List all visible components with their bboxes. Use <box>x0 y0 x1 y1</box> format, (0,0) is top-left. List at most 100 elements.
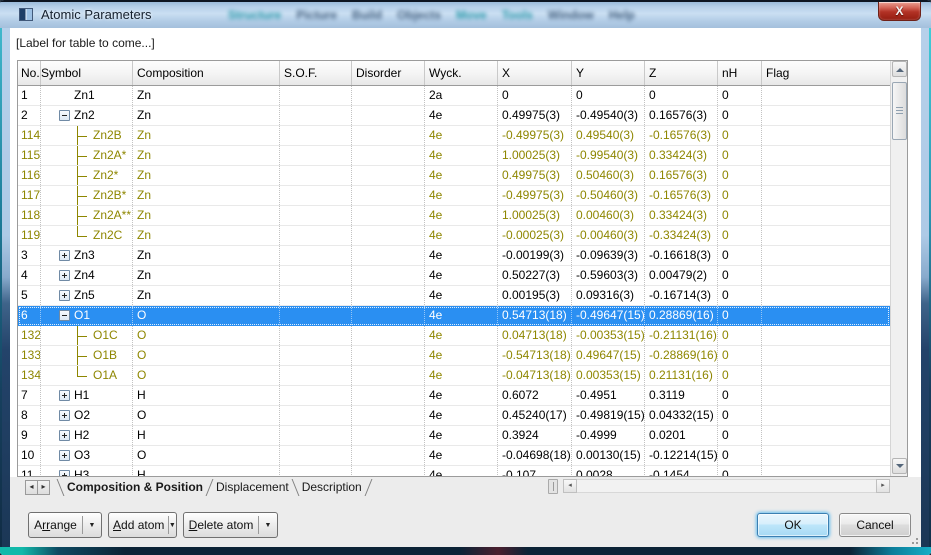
table-row-atom-zn5[interactable]: 5Zn5Zn4e0.00195(3)0.09316(3)-0.16714(3)0 <box>18 286 890 306</box>
cell-x: 0 <box>498 86 572 105</box>
cell-wyck: 4e <box>425 266 498 285</box>
table-row-atom-h1[interactable]: 7H1H4e0.6072-0.49510.31190 <box>18 386 890 406</box>
expand-toggle-icon[interactable] <box>59 430 70 441</box>
cell-sof <box>280 166 352 185</box>
table-row-atom-zn3[interactable]: 3Zn3Zn4e-0.00199(3)-0.09639(3)-0.16618(3… <box>18 246 890 266</box>
cell-sof <box>280 466 352 476</box>
expand-toggle-icon[interactable] <box>59 410 70 421</box>
column-header-flag[interactable]: Flag <box>762 61 890 85</box>
tab-description[interactable]: Description <box>302 477 362 496</box>
horizontal-scrollbar[interactable]: ◂ ▸ <box>563 479 890 493</box>
titlebar[interactable]: Atomic Parameters StructurePictureBuildO… <box>0 0 931 28</box>
cell-flag <box>762 286 890 305</box>
table-row-atom-o3[interactable]: 10O3O4e-0.04698(18)0.00130(15)-0.12214(1… <box>18 446 890 466</box>
tab-composition-position[interactable]: Composition & Position <box>67 477 203 496</box>
cell-wyck: 2a <box>425 86 498 105</box>
cell-flag <box>762 246 890 265</box>
table-row-atom-o1a[interactable]: 134O1AO4e-0.04713(18)0.00353(15)0.21131(… <box>18 366 890 386</box>
close-button[interactable]: X <box>878 2 921 21</box>
arrow-down-icon <box>896 464 904 468</box>
column-header-x[interactable]: X <box>498 61 572 85</box>
ok-button[interactable]: OK <box>757 513 829 537</box>
column-header-disorder[interactable]: Disorder <box>352 61 425 85</box>
table-row-atom-o1b[interactable]: 133O1BO4e-0.54713(18)0.49647(15)-0.28869… <box>18 346 890 366</box>
cell-composition: Zn <box>133 266 280 285</box>
cell-no: 134 <box>18 366 41 385</box>
delete-atom-button[interactable]: Delete atom ▼ <box>183 512 278 538</box>
delete-atom-dropdown-arrow-icon[interactable]: ▼ <box>259 522 277 529</box>
column-header-z[interactable]: Z <box>645 61 718 85</box>
cancel-button[interactable]: Cancel <box>839 513 911 537</box>
arrange-button[interactable]: Arrange ▼ <box>28 512 102 538</box>
window-title: Atomic Parameters <box>41 7 152 22</box>
window-border-left <box>0 28 10 547</box>
collapse-toggle-icon[interactable] <box>59 110 70 121</box>
cell-y: -0.00460(3) <box>572 226 645 245</box>
cell-z: -0.16714(3) <box>645 286 718 305</box>
cell-x: 0.45240(17) <box>498 406 572 425</box>
tab-displacement[interactable]: Displacement <box>216 477 289 496</box>
column-header-no[interactable]: No. <box>18 61 41 85</box>
cell-sof <box>280 426 352 445</box>
tree-branch-icon <box>77 186 89 205</box>
resize-grip[interactable] <box>908 534 918 544</box>
arrange-dropdown-arrow-icon[interactable]: ▼ <box>83 522 101 529</box>
cell-x: 0.54713(18) <box>498 306 572 325</box>
table-row-atom-zn2*[interactable]: 116Zn2*Zn4e0.49975(3)0.50460(3)0.16576(3… <box>18 166 890 186</box>
expand-toggle-icon[interactable] <box>59 250 70 261</box>
cell-x: -0.49975(3) <box>498 126 572 145</box>
expand-toggle-icon[interactable] <box>59 390 70 401</box>
table-body: 1Zn1Zn2a00002Zn2Zn4e0.49975(3)-0.49540(3… <box>18 86 890 476</box>
add-atom-button[interactable]: Add atom ▼ <box>108 512 177 538</box>
expand-toggle-icon[interactable] <box>59 290 70 301</box>
cell-symbol: Zn5 <box>41 286 133 305</box>
menu-item-tools: Tools <box>502 8 533 23</box>
scroll-down-button[interactable] <box>892 458 907 474</box>
cell-disorder <box>352 126 425 145</box>
table-row-atom-h2[interactable]: 9H2H4e0.3924-0.49990.02010 <box>18 426 890 446</box>
cell-wyck: 4e <box>425 326 498 345</box>
table-row-atom-o2[interactable]: 8O2O4e0.45240(17)-0.49819(15)0.04332(15)… <box>18 406 890 426</box>
cell-symbol: Zn2B* <box>41 186 133 205</box>
expand-toggle-icon[interactable] <box>59 450 70 461</box>
table-row-atom-zn4[interactable]: 4Zn4Zn4e0.50227(3)-0.59603(3)0.00479(2)0 <box>18 266 890 286</box>
table-row-atom-zn1[interactable]: 1Zn1Zn2a0000 <box>18 86 890 106</box>
table-row-atom-zn2a*[interactable]: 115Zn2A*Zn4e1.00025(3)-0.99540(3)0.33424… <box>18 146 890 166</box>
cell-sof <box>280 286 352 305</box>
table-row-atom-o1c[interactable]: 132O1CO4e0.04713(18)-0.00353(15)-0.21131… <box>18 326 890 346</box>
collapse-toggle-icon[interactable] <box>59 310 70 321</box>
column-header-wyck[interactable]: Wyck. <box>425 61 498 85</box>
scroll-right-button[interactable]: ▸ <box>876 479 890 493</box>
expand-toggle-icon[interactable] <box>59 270 70 281</box>
column-header-symbol[interactable]: Symbol <box>41 61 133 85</box>
cell-sof <box>280 406 352 425</box>
table-row-atom-zn2b*[interactable]: 117Zn2B*Zn4e-0.49975(3)-0.50460(3)-0.165… <box>18 186 890 206</box>
cell-composition: Zn <box>133 286 280 305</box>
table-row-atom-zn2c[interactable]: 119Zn2CZn4e-0.00025(3)-0.00460(3)-0.3342… <box>18 226 890 246</box>
scroll-left-button[interactable]: ◂ <box>563 479 577 493</box>
column-header-y[interactable]: Y <box>572 61 645 85</box>
vertical-scrollbar-thumb[interactable] <box>892 82 907 140</box>
atom-symbol-label: O1C <box>93 326 118 345</box>
table-row-atom-zn2a**[interactable]: 118Zn2A**Zn4e1.00025(3)0.00460(3)0.33424… <box>18 206 890 226</box>
horizontal-scrollbar-track[interactable] <box>577 479 876 493</box>
table-row-atom-h3[interactable]: 11H3H4e-0.1070.0028-0.14540 <box>18 466 890 476</box>
cell-nh: 0 <box>718 346 762 365</box>
table-row-atom-zn2[interactable]: 2Zn2Zn4e0.49975(3)-0.49540(3)0.16576(3)0 <box>18 106 890 126</box>
scroll-up-button[interactable] <box>892 61 907 77</box>
splitter-handle[interactable] <box>548 479 558 494</box>
expand-toggle-icon[interactable] <box>59 470 70 476</box>
vertical-scrollbar[interactable] <box>890 61 907 476</box>
cell-wyck: 4e <box>425 126 498 145</box>
table-row-atom-zn2b[interactable]: 114Zn2BZn4e-0.49975(3)0.49540(3)-0.16576… <box>18 126 890 146</box>
column-header-nh[interactable]: nH <box>718 61 762 85</box>
column-header-composition[interactable]: Composition <box>133 61 280 85</box>
table-row-atom-o1[interactable]: 6O1O4e0.54713(18)-0.49647(15)0.28869(16)… <box>18 306 890 326</box>
cell-z: 0.0201 <box>645 426 718 445</box>
cell-sof <box>280 306 352 325</box>
tab-scroll-right-button[interactable]: ▸ <box>37 480 50 495</box>
column-header-sof[interactable]: S.O.F. <box>280 61 352 85</box>
add-atom-dropdown-arrow-icon[interactable]: ▼ <box>169 522 176 529</box>
menu-item-move: Move <box>456 8 487 23</box>
atom-symbol-label: Zn2B <box>93 126 122 145</box>
